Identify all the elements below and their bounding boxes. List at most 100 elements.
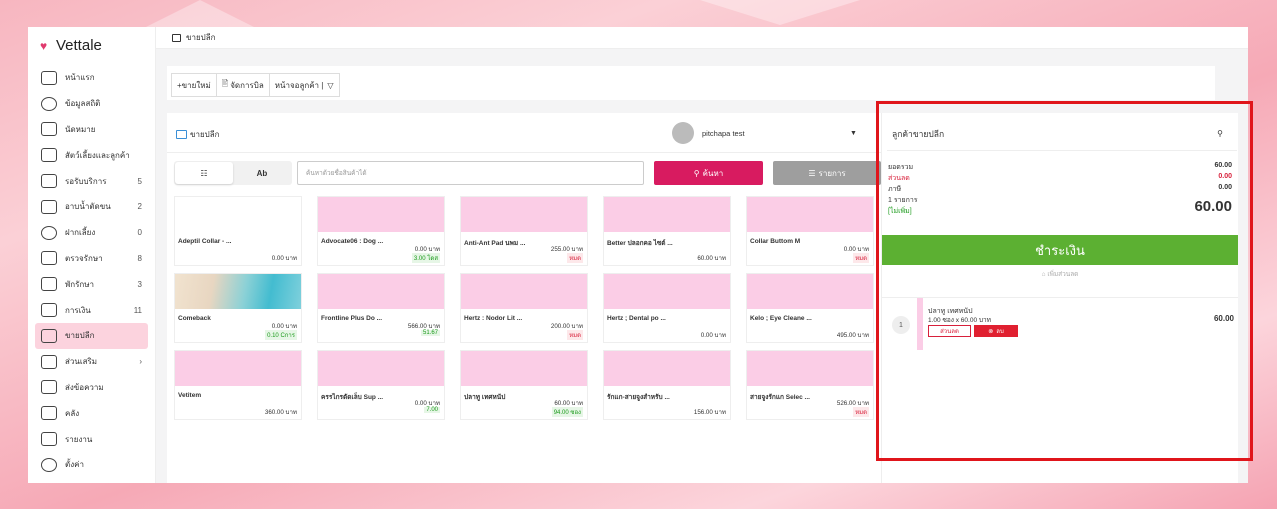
sidebar-item-label: สัตว์เลี้ยงและลูกค้า	[65, 150, 130, 160]
product-price: 0.00 บาท	[271, 255, 297, 262]
product-price: 60.00 บาท	[697, 255, 726, 262]
sidebar-item-label: หน้าแรก	[65, 73, 95, 83]
product-card[interactable]: Adeptil Collar - ... 0.00 บาท	[174, 196, 302, 266]
search-button-label: ค้นหา	[702, 168, 724, 178]
sidebar-item-label: ข้อมูลสถิติ	[65, 99, 101, 109]
sidebar-item-label: ตั้งค่า	[65, 460, 84, 470]
sidebar-item-5[interactable]: รอรับบริการ 5	[35, 168, 148, 194]
calendar-icon	[41, 122, 57, 137]
product-card[interactable]: ครรไกรตัดเล็บ Sup ... 0.00 บาท 7.00	[317, 350, 445, 420]
product-card[interactable]: Advocate06 : Dog ... 0.00 บาท 3.00 โดส	[317, 196, 445, 266]
sidebar-item-count: 3	[137, 279, 142, 289]
new-sale-button[interactable]: +ขายใหม่	[171, 73, 217, 97]
grid-view-toggle[interactable]: ☷	[175, 162, 233, 184]
customer-search[interactable]: ลูกค้าขายปลีก ⚲	[887, 117, 1237, 151]
vat-toggle[interactable]: [ไม่เพิ่ม]	[888, 208, 912, 215]
cart-summary: ยอดรวม 60.00 ส่วนลด 0.00 ภาษี 0.00 1 รายการ…	[888, 162, 1232, 217]
line-delete-button[interactable]: ⊗ ลบ	[974, 325, 1018, 337]
product-card[interactable]: Vetitem 360.00 บาท	[174, 350, 302, 420]
product-image	[318, 274, 444, 309]
text-view-toggle[interactable]: Ab	[233, 162, 291, 184]
product-card[interactable]: ปลาทู เทศหนัป 60.00 บาท 94.00 ซอง	[460, 350, 588, 420]
search-input[interactable]: ค้นหาด้วยชื่อสินค้าได้	[297, 161, 644, 185]
product-image	[175, 274, 301, 309]
product-stock: 51.67	[420, 330, 440, 336]
product-card[interactable]: Frontline Plus Do ... 566.00 บาท 51.67	[317, 273, 445, 343]
user-selector[interactable]: pitchapa test	[672, 122, 745, 144]
sidebar-item-3[interactable]: นัดหมาย	[35, 117, 148, 143]
sidebar-item-label: ส่วนเสริม	[65, 357, 98, 367]
product-card[interactable]: Collar Buttom M 0.00 บาท หมด	[746, 196, 874, 266]
product-stock: 7.00	[424, 407, 440, 413]
panel-header: ขายปลีก pitchapa test ▼	[167, 113, 881, 153]
product-image	[175, 351, 301, 386]
breadcrumb-label: ขายปลีก	[186, 33, 216, 42]
bed-icon	[41, 277, 57, 292]
moon-icon	[41, 225, 57, 240]
pay-button[interactable]: ชำระเงิน	[882, 235, 1238, 265]
view-toggle: ☷ Ab	[174, 161, 292, 185]
sidebar-item-11[interactable]: ขายปลีก	[35, 322, 148, 349]
subtotal-value: 60.00	[1214, 162, 1232, 169]
product-name: Advocate06 : Dog ...	[321, 238, 384, 245]
product-name: Kelo ; Eye Cleane ...	[750, 315, 812, 322]
toolbar: +ขายใหม่ 🖹 จัดการบิล หน้าจอลูกค้า | ▽	[167, 66, 1215, 100]
sidebar-item-13[interactable]: ส่งข้อความ	[35, 375, 148, 401]
sidebar-item-label: อาบน้ำตัดขน	[65, 202, 111, 212]
product-card[interactable]: Anti-Ant Pad นพม ... 255.00 บาท หมด	[460, 196, 588, 266]
sidebar-item-8[interactable]: ตรวจรักษา 8	[35, 246, 148, 272]
search-button[interactable]: ⚲ ค้นหา	[654, 161, 763, 185]
product-card[interactable]: Hertz ; Dental po ... 0.00 บาท	[603, 273, 731, 343]
send-icon	[41, 380, 57, 395]
content-area: +ขายใหม่ 🖹 จัดการบิล หน้าจอลูกค้า | ▽ ขายป…	[156, 49, 1248, 483]
product-name: Collar Buttom M	[750, 238, 801, 245]
cart-line-item: 1 ปลาทู เทศหนัป 1.00 ซอง x 60.00 บาท 60.…	[882, 297, 1238, 352]
customer-label: ลูกค้าขายปลีก	[892, 128, 945, 139]
line-qty[interactable]: 1.00 ซอง x 60.00 บาท	[928, 315, 991, 325]
logo-text: Vettale	[56, 37, 102, 54]
line-discount-button[interactable]: ส่วนลด	[928, 325, 971, 337]
customer-screen-button[interactable]: หน้าจอลูกค้า | ▽	[268, 73, 340, 97]
line-thumbnail	[917, 298, 923, 350]
product-card[interactable]: Hertz : Nodor Lit ... 200.00 บาท หมด	[460, 273, 588, 343]
product-image	[318, 197, 444, 232]
sidebar-item-2[interactable]: ข้อมูลสถิติ	[35, 91, 148, 117]
product-name: Better ปลอกคอ ไซต์ ...	[607, 240, 673, 247]
add-discount-link[interactable]: ⌂ เพิ่มส่วนลด	[882, 269, 1238, 279]
product-card[interactable]: Comeback 0.00 บาท 0.10 Cการ	[174, 273, 302, 343]
sidebar-item-count: 0	[137, 228, 142, 238]
product-stock: 3.00 โดส	[411, 253, 440, 263]
total-value: 60.00	[1194, 197, 1232, 215]
sidebar-item-6[interactable]: อาบน้ำตัดขน 2	[35, 194, 148, 220]
sidebar-item-16[interactable]: ตั้งค่า	[35, 452, 148, 478]
line-index: 1	[892, 316, 910, 334]
product-card[interactable]: สายจูงรักแก Selec ... 526.00 บาท หมด	[746, 350, 874, 420]
caret-down-icon[interactable]: ▼	[850, 130, 857, 137]
sidebar-item-14[interactable]: คลัง	[35, 400, 148, 426]
product-stock: 0.10 Cการ	[265, 330, 297, 340]
product-name: รักแก-สายจูงสำหรับ ...	[607, 394, 670, 401]
register-icon	[172, 33, 181, 42]
queue-icon	[41, 174, 57, 189]
sidebar-item-15[interactable]: รายงาน	[35, 426, 148, 452]
product-name: Frontline Plus Do ...	[321, 315, 383, 322]
product-card[interactable]: Kelo ; Eye Cleane ... 495.00 บาท	[746, 273, 874, 343]
logo[interactable]: ♥ Vettale	[40, 37, 102, 54]
sidebar-item-12[interactable]: ส่วนเสริม ›	[35, 349, 148, 375]
product-name: Hertz ; Dental po ...	[607, 315, 666, 322]
stethoscope-icon	[41, 251, 57, 266]
product-card[interactable]: รักแก-สายจูงสำหรับ ... 156.00 บาท	[603, 350, 731, 420]
list-button[interactable]: ☰ รายการ	[773, 161, 881, 185]
search-icon[interactable]: ⚲	[1217, 129, 1223, 138]
sidebar-item-4[interactable]: สัตว์เลี้ยงและลูกค้า	[35, 142, 148, 168]
sidebar-item-1[interactable]: หน้าแรก	[35, 65, 148, 91]
product-name: ปลาทู เทศหนัป	[464, 394, 506, 401]
product-image	[175, 197, 301, 232]
manage-bill-button[interactable]: 🖹 จัดการบิล	[215, 73, 270, 97]
sidebar-item-9[interactable]: พักรักษา 3	[35, 271, 148, 297]
sidebar-item-7[interactable]: ฝากเลี้ยง 0	[35, 220, 148, 246]
sidebar-item-10[interactable]: การเงิน 11	[35, 297, 148, 323]
product-card[interactable]: Better ปลอกคอ ไซต์ ... 60.00 บาท	[603, 196, 731, 266]
product-image	[318, 351, 444, 386]
sidebar: ♥ Vettale หน้าแรกข้อมูลสถิตินัดหมายสัตว์…	[28, 27, 156, 483]
